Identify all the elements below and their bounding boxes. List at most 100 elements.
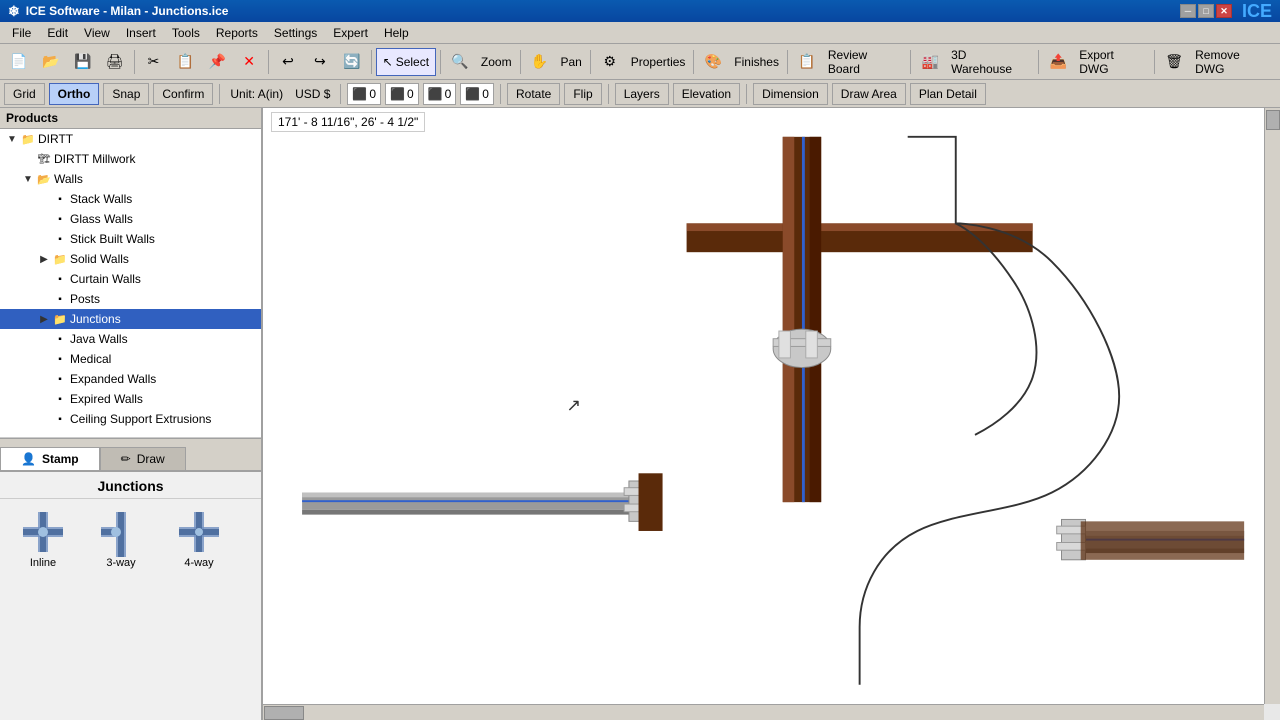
sep-t2-4 [608, 84, 609, 104]
item-icon-glass: ▪ [52, 211, 68, 227]
flip-button[interactable]: Flip [564, 83, 601, 105]
left-panel: Products ▼ 📁 DIRTT ▶ 🏗 DIRTT Millwork ▼ [0, 108, 263, 720]
open-button[interactable]: 📂 [36, 48, 66, 76]
tree-node-medical[interactable]: ▶ ▪ Medical [0, 349, 261, 369]
tree-node-stick-built[interactable]: ▶ ▪ Stick Built Walls [0, 229, 261, 249]
panel-tabs: 👤 Stamp ✏ Draw [0, 438, 261, 470]
counter-orange-value: 0 [482, 87, 489, 101]
menu-reports[interactable]: Reports [208, 24, 266, 42]
canvas-area[interactable]: 171' - 8 11/16", 26' - 4 1/2" [263, 108, 1280, 720]
junction-inline[interactable]: Inline [8, 507, 78, 569]
expander-millwork[interactable]: ▶ [20, 151, 36, 167]
menu-help[interactable]: Help [376, 24, 417, 42]
tree-node-junctions[interactable]: ▶ 📁 Junctions [0, 309, 261, 329]
properties-icon[interactable]: ⚙ [595, 48, 625, 76]
item-icon-posts: ▪ [52, 291, 68, 307]
draw-area-button[interactable]: Draw Area [832, 83, 906, 105]
save-button[interactable]: 💾 [68, 48, 98, 76]
plan-detail-button[interactable]: Plan Detail [910, 83, 986, 105]
tree-node-solid-walls[interactable]: ▶ 📁 Solid Walls [0, 249, 261, 269]
item-icon-millwork: 🏗 [36, 151, 52, 167]
item-icon-medical: ▪ [52, 351, 68, 367]
pan-button[interactable]: ✋ [525, 48, 555, 76]
stick-built-label: Stick Built Walls [70, 232, 155, 246]
draw-tab[interactable]: ✏ Draw [100, 447, 186, 470]
menu-tools[interactable]: Tools [164, 24, 208, 42]
close-button[interactable]: ✕ [1216, 4, 1232, 18]
4way-label: 4-way [184, 557, 213, 569]
print-button[interactable]: 🖨 [100, 48, 130, 76]
doc-button[interactable]: 📋 [170, 48, 200, 76]
dimension-button[interactable]: Dimension [753, 83, 828, 105]
expander-dirtt[interactable]: ▼ [4, 131, 20, 147]
menu-expert[interactable]: Expert [325, 24, 376, 42]
grid-button[interactable]: Grid [4, 83, 45, 105]
svg-text:↗: ↗ [566, 395, 581, 415]
stamp-tab[interactable]: 👤 Stamp [0, 447, 100, 470]
expander-solid[interactable]: ▶ [36, 251, 52, 267]
select-label: Select [396, 55, 429, 69]
tree-node-java[interactable]: ▶ ▪ Java Walls [0, 329, 261, 349]
expander-junctions[interactable]: ▶ [36, 311, 52, 327]
snap-button[interactable]: Snap [103, 83, 149, 105]
expander-walls[interactable]: ▼ [20, 171, 36, 187]
select-button[interactable]: ↖ Select [376, 48, 436, 76]
junction-3way[interactable]: 3-way [86, 507, 156, 569]
stack-walls-label: Stack Walls [70, 192, 132, 206]
tree-node-stack-walls[interactable]: ▶ ▪ Stack Walls [0, 189, 261, 209]
new-button[interactable]: 📄 [4, 48, 34, 76]
menu-insert[interactable]: Insert [118, 24, 164, 42]
menu-file[interactable]: File [4, 24, 39, 42]
java-walls-label: Java Walls [70, 332, 128, 346]
tree-node-posts[interactable]: ▶ ▪ Posts [0, 289, 261, 309]
redo-button[interactable]: ↪ [305, 48, 335, 76]
export-dwg-icon[interactable]: 📤 [1043, 48, 1073, 76]
menu-settings[interactable]: Settings [266, 24, 325, 42]
layers-button[interactable]: Layers [615, 83, 669, 105]
finishes-icon[interactable]: 🎨 [698, 48, 728, 76]
scroll-thumb-horizontal[interactable] [264, 706, 304, 720]
paste-button[interactable]: 📌 [202, 48, 232, 76]
inline-label: Inline [30, 557, 56, 569]
product-tree[interactable]: ▼ 📁 DIRTT ▶ 🏗 DIRTT Millwork ▼ 📂 Walls [0, 129, 261, 438]
tree-node-expired[interactable]: ▶ ▪ Expired Walls [0, 389, 261, 409]
sep-t2-3 [500, 84, 501, 104]
folder-icon-solid: 📁 [52, 251, 68, 267]
elevation-button[interactable]: Elevation [673, 83, 740, 105]
junction-4way[interactable]: 4-way [164, 507, 234, 569]
scroll-thumb-vertical[interactable] [1266, 110, 1280, 130]
minimize-button[interactable]: ─ [1180, 4, 1196, 18]
undo-button[interactable]: ↩ [273, 48, 303, 76]
menu-view[interactable]: View [76, 24, 118, 42]
remove-dwg-label: Remove DWG [1191, 48, 1276, 76]
delete-button[interactable]: ✕ [234, 48, 264, 76]
menu-edit[interactable]: Edit [39, 24, 76, 42]
tree-node-glass-walls[interactable]: ▶ ▪ Glass Walls [0, 209, 261, 229]
currency-label: USD $ [291, 87, 334, 101]
cut-button[interactable]: ✂ [139, 48, 169, 76]
rotate-button[interactable]: Rotate [507, 83, 560, 105]
tree-node-ceiling[interactable]: ▶ ▪ Ceiling Support Extrusions [0, 409, 261, 429]
confirm-button[interactable]: Confirm [153, 83, 213, 105]
tree-node-walls[interactable]: ▼ 📂 Walls [0, 169, 261, 189]
remove-dwg-icon[interactable]: 🗑 [1159, 48, 1189, 76]
maximize-button[interactable]: □ [1198, 4, 1214, 18]
ortho-button[interactable]: Ortho [49, 83, 100, 105]
tree-node-expanded[interactable]: ▶ ▪ Expanded Walls [0, 369, 261, 389]
counter-yellow: ⬛ 0 [385, 83, 419, 105]
tree-node-dirtt[interactable]: ▼ 📁 DIRTT [0, 129, 261, 149]
main-canvas[interactable]: ↗ [263, 108, 1264, 704]
scrollbar-vertical[interactable] [1264, 108, 1280, 704]
warehouse-icon[interactable]: 🏭 [915, 48, 945, 76]
finishes-label: Finishes [730, 55, 783, 69]
refresh-button[interactable]: 🔄 [337, 48, 367, 76]
sep-t2-1 [219, 84, 220, 104]
zoom-button[interactable]: 🔍 [445, 48, 475, 76]
dirtt-label: DIRTT [38, 132, 73, 146]
scrollbar-horizontal[interactable] [263, 704, 1264, 720]
junctions-label: Junctions [70, 312, 121, 326]
review-board-icon[interactable]: 📋 [792, 48, 822, 76]
tree-node-curtain[interactable]: ▶ ▪ Curtain Walls [0, 269, 261, 289]
tree-node-millwork[interactable]: ▶ 🏗 DIRTT Millwork [0, 149, 261, 169]
counter-red-icon: ⬛ [352, 87, 367, 101]
